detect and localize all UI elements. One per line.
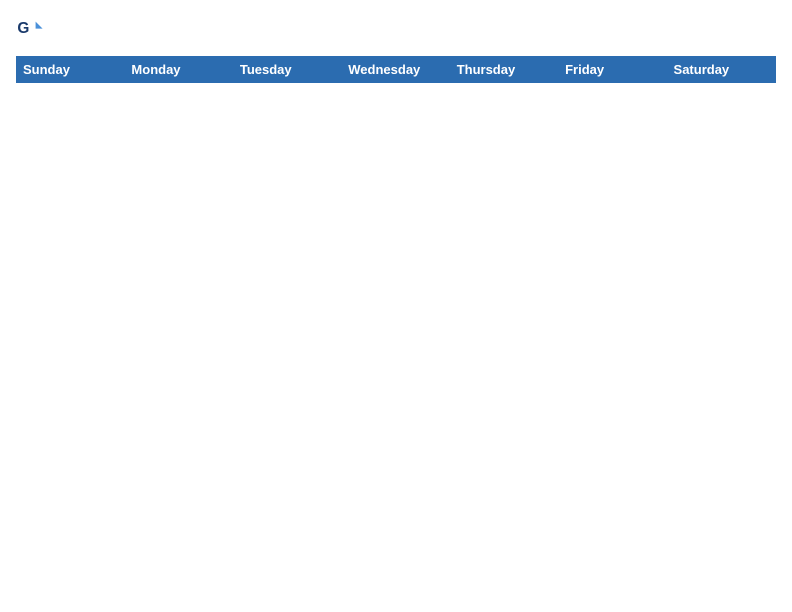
logo-icon: G <box>16 16 44 44</box>
weekday-header: Wednesday <box>342 57 450 83</box>
weekday-header: Saturday <box>667 57 775 83</box>
weekday-header: Thursday <box>450 57 558 83</box>
weekday-header: Monday <box>125 57 233 83</box>
svg-text:G: G <box>17 20 29 37</box>
page-header: G <box>16 16 776 44</box>
weekday-header: Sunday <box>17 57 125 83</box>
logo: G <box>16 16 48 44</box>
weekday-header-row: SundayMondayTuesdayWednesdayThursdayFrid… <box>17 57 776 83</box>
calendar-table: SundayMondayTuesdayWednesdayThursdayFrid… <box>16 56 776 83</box>
weekday-header: Tuesday <box>233 57 341 83</box>
weekday-header: Friday <box>559 57 667 83</box>
